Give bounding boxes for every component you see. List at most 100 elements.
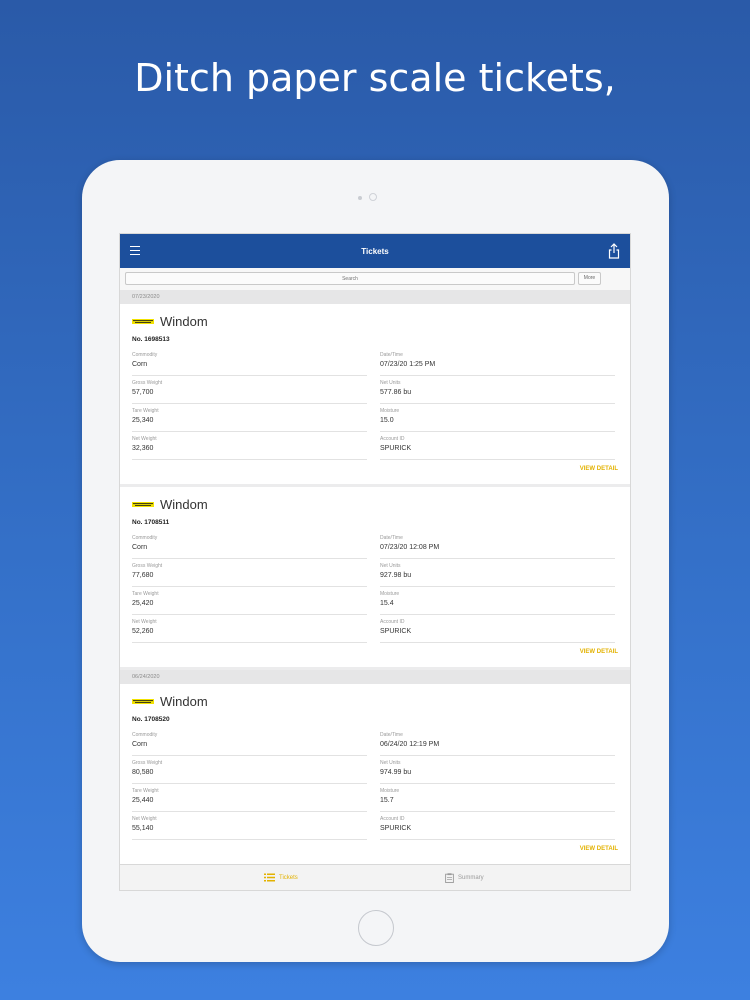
ticket-field: Net Units 927.98 bu (380, 562, 620, 590)
field-value: Corn (132, 741, 148, 748)
field-label: Date/Time (380, 732, 403, 738)
field-value: 77,680 (132, 572, 154, 579)
date-header: 07/23/2020 (120, 290, 630, 304)
tab-tickets[interactable]: Tickets (264, 873, 298, 882)
field-divider (380, 811, 615, 812)
ticket-field: Net Units 577.86 bu (380, 379, 620, 407)
field-value: 25,440 (132, 797, 154, 804)
ticket-list: 07/23/2020 Windom No. 1698513 Commodity Corn… (120, 290, 630, 864)
ticket-field: Date/Time 06/24/20 12:19 PM (380, 731, 620, 759)
field-divider (380, 431, 615, 432)
field-value: 07/23/20 12:08 PM (380, 544, 440, 551)
field-divider (380, 375, 615, 376)
home-button[interactable] (358, 910, 394, 946)
menu-icon[interactable] (130, 246, 140, 256)
field-label: Net Weight (132, 436, 157, 442)
ticket-field: Gross Weight 57,700 (132, 379, 380, 407)
more-button[interactable]: More (578, 272, 601, 285)
ticket-location: Windom (160, 313, 208, 329)
field-value: 07/23/20 1:25 PM (380, 361, 436, 368)
view-detail-button[interactable]: VIEW DETAIL (580, 466, 618, 472)
field-divider (132, 642, 367, 643)
field-divider (132, 558, 367, 559)
tab-summary[interactable]: Summary (445, 873, 484, 883)
ticket-card[interactable]: Windom No. 1708511 Commodity Corn Date/Time 0… (120, 487, 630, 667)
field-label: Commodity (132, 732, 158, 738)
field-label: Net Units (380, 563, 401, 569)
ticket-number: No. 1708511 (132, 519, 170, 526)
field-divider (380, 783, 615, 784)
ticket-field: Moisture 15.4 (380, 590, 620, 618)
ticket-field: Gross Weight 80,580 (132, 759, 380, 787)
search-input[interactable] (125, 272, 575, 285)
field-value: 15.0 (380, 417, 394, 424)
field-divider (380, 586, 615, 587)
field-value: 15.7 (380, 797, 394, 804)
field-value: 06/24/20 12:19 PM (380, 741, 440, 748)
ticket-field: Commodity Corn (132, 534, 380, 562)
field-value: 80,580 (132, 769, 154, 776)
list-icon (264, 873, 275, 882)
company-logo (132, 501, 154, 507)
field-value: 15.4 (380, 600, 394, 607)
field-label: Account ID (380, 619, 405, 625)
tab-bar: Tickets Summary (120, 864, 630, 890)
field-divider (132, 839, 367, 840)
company-logo (132, 318, 154, 324)
ticket-field: Tare Weight 25,440 (132, 787, 380, 815)
field-divider (132, 783, 367, 784)
field-value: Corn (132, 544, 148, 551)
field-label: Moisture (380, 788, 400, 794)
field-divider (380, 614, 615, 615)
field-divider (132, 459, 367, 460)
field-label: Date/Time (380, 352, 403, 358)
ticket-field: Net Weight 52,260 (132, 618, 380, 646)
ticket-header: Windom (132, 313, 618, 329)
field-value: SPURICK (380, 825, 412, 832)
field-value: 55,140 (132, 825, 154, 832)
navigation-bar: Tickets (120, 234, 630, 268)
field-label: Net Units (380, 380, 401, 386)
ticket-field: Date/Time 07/23/20 12:08 PM (380, 534, 620, 562)
field-label: Gross Weight (132, 563, 163, 569)
share-icon[interactable] (608, 243, 620, 259)
field-divider (132, 614, 367, 615)
ticket-card[interactable]: Windom No. 1708520 Commodity Corn Date/Time 0… (120, 684, 630, 864)
ticket-field: Gross Weight 77,680 (132, 562, 380, 590)
ticket-card[interactable]: Windom No. 1698513 Commodity Corn Date/Time 0… (120, 304, 630, 484)
field-value: 57,700 (132, 389, 154, 396)
ticket-field: Tare Weight 25,340 (132, 407, 380, 435)
field-divider (132, 431, 367, 432)
app-screen: Tickets More 07/23/2020 Windom No. 1698513… (119, 233, 631, 891)
field-divider (132, 403, 367, 404)
clipboard-icon (445, 873, 454, 883)
field-label: Date/Time (380, 535, 403, 541)
ticket-header: Windom (132, 497, 618, 512)
ticket-field: Account ID SPURICK (380, 815, 620, 843)
field-divider (380, 755, 615, 756)
field-label: Gross Weight (132, 760, 163, 766)
view-detail-button[interactable]: VIEW DETAIL (580, 649, 618, 655)
field-label: Account ID (380, 816, 405, 822)
ticket-field: Moisture 15.0 (380, 407, 620, 435)
company-logo (132, 698, 154, 704)
field-label: Commodity (132, 352, 158, 358)
ticket-fields: Commodity Corn Date/Time 07/23/20 1:25 PM Gr… (132, 351, 618, 463)
ticket-field: Tare Weight 25,420 (132, 590, 380, 618)
ticket-field: Account ID SPURICK (380, 435, 620, 463)
field-value: 927.98 bu (380, 572, 412, 579)
view-detail-button[interactable]: VIEW DETAIL (580, 846, 618, 852)
field-label: Moisture (380, 591, 400, 597)
ticket-field: Net Units 974.99 bu (380, 759, 620, 787)
date-header: 06/24/2020 (120, 670, 630, 684)
ticket-field: Net Weight 55,140 (132, 815, 380, 843)
ticket-field: Moisture 15.7 (380, 787, 620, 815)
field-divider (380, 839, 615, 840)
field-label: Net Weight (132, 619, 157, 625)
ticket-fields: Commodity Corn Date/Time 06/24/20 12:19 PM G… (132, 731, 618, 843)
ticket-field: Account ID SPURICK (380, 618, 620, 646)
field-divider (380, 642, 615, 643)
field-label: Account ID (380, 436, 405, 442)
field-value: Corn (132, 361, 148, 368)
ticket-field: Date/Time 07/23/20 1:25 PM (380, 351, 620, 379)
